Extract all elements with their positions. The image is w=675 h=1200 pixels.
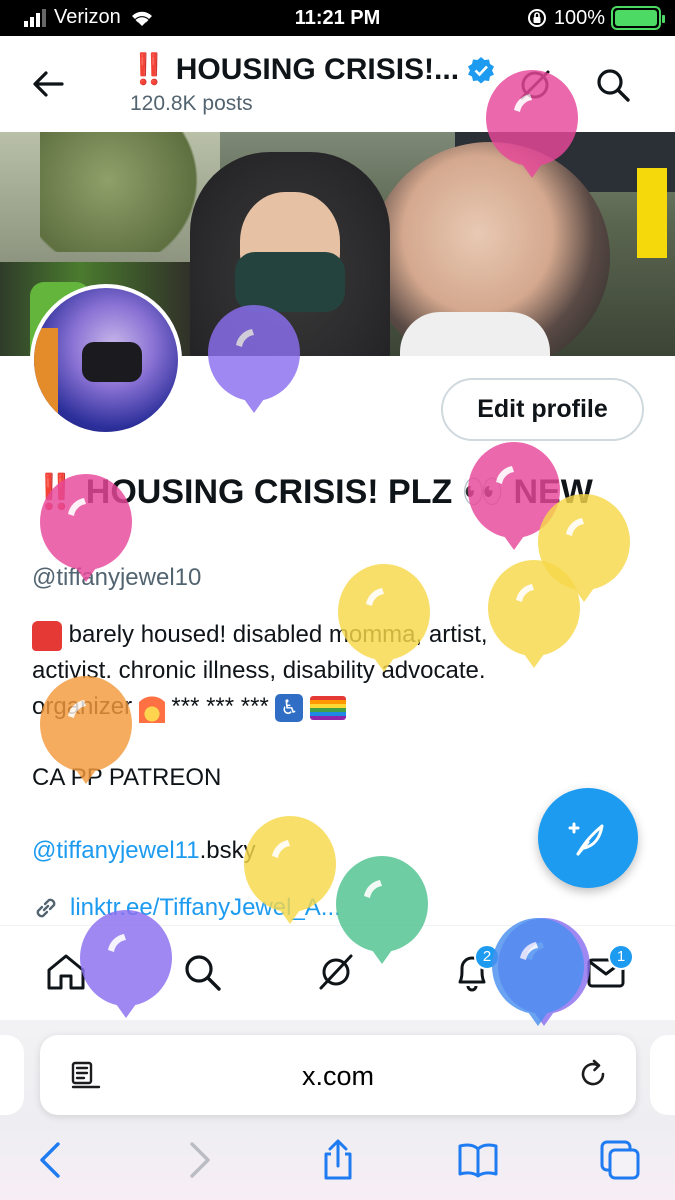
profile-avatar[interactable] [30, 284, 182, 436]
post-count: 120.8K posts [130, 92, 253, 115]
reload-icon[interactable] [576, 1057, 610, 1091]
messages-badge: 1 [608, 944, 634, 970]
previous-tab-preview[interactable] [0, 1035, 24, 1115]
balloon [40, 474, 132, 582]
next-tab-preview[interactable] [650, 1035, 675, 1115]
balloon [208, 305, 300, 413]
compose-feather-icon [568, 822, 604, 856]
bluesky-mention-link[interactable]: @tiffanyjewel11 [32, 837, 200, 864]
balloon [336, 856, 428, 964]
battery-percent: 100% [553, 6, 605, 29]
balloon [40, 676, 132, 784]
rainbow-flag-icon [310, 695, 347, 720]
tabs-icon[interactable] [598, 1138, 642, 1182]
bookmarks-icon[interactable] [456, 1138, 500, 1182]
share-icon[interactable] [316, 1138, 360, 1182]
balloon [492, 918, 584, 1026]
url-text: x.com [301, 1061, 374, 1091]
status-bar: Verizon 11:21 PM 100% [0, 0, 675, 36]
header-title-text: ‼️ HOUSING CRISIS!... [130, 53, 460, 86]
balloon [338, 564, 430, 672]
bio-stars: *** *** *** [171, 693, 269, 720]
back-arrow-icon[interactable] [28, 64, 68, 104]
balloon [244, 816, 336, 924]
status-right: 100% [526, 6, 665, 30]
wheelchair-icon: ♿ [275, 693, 304, 722]
edit-profile-button[interactable]: Edit profile [441, 378, 644, 441]
balloon [80, 910, 172, 1018]
header-title: ‼️ HOUSING CRISIS!... [130, 52, 495, 87]
browser-back-icon[interactable] [30, 1138, 74, 1182]
address-bar[interactable]: x.com [40, 1035, 636, 1115]
balloon [488, 560, 580, 668]
link-icon [36, 898, 56, 918]
search-icon[interactable] [594, 66, 632, 104]
battery-icon [611, 6, 665, 30]
compose-post-button[interactable] [538, 788, 638, 888]
orientation-lock-icon [527, 9, 546, 27]
search-tab-icon[interactable] [180, 950, 224, 994]
siren-icon [32, 620, 62, 651]
bio-bluesky: @tiffanyjewel11.bsky [32, 837, 256, 865]
fire-icon [138, 692, 165, 723]
browser-forward-icon[interactable] [176, 1138, 220, 1182]
balloon [486, 70, 578, 178]
